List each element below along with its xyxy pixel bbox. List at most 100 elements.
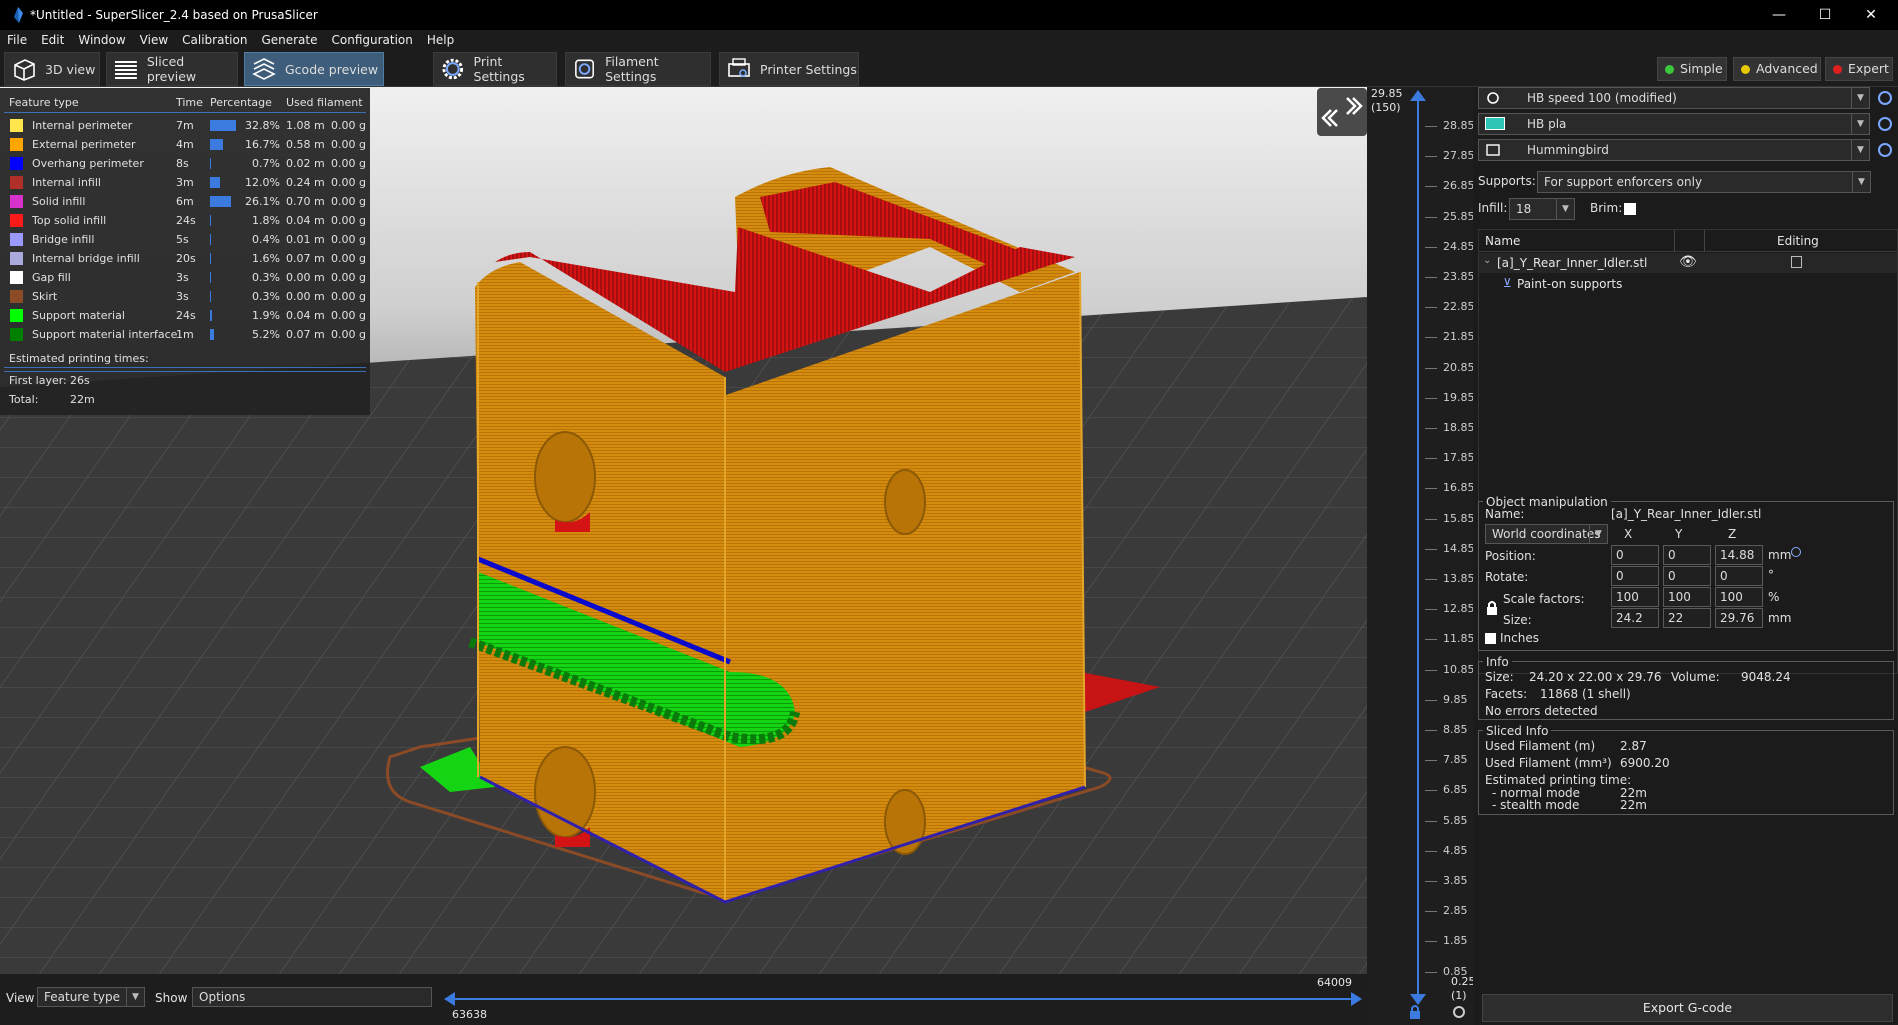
scale-label: Scale factors:	[1503, 592, 1585, 606]
settings-cog-icon[interactable]	[1451, 1004, 1467, 1020]
position-y-field[interactable]: 0	[1663, 545, 1711, 565]
estimated-times-label: Estimated printing times:	[9, 352, 149, 365]
horizontal-move-slider[interactable]	[450, 998, 1356, 1000]
menu-configuration[interactable]: Configuration	[325, 30, 420, 50]
menu-file[interactable]: File	[0, 30, 34, 50]
menu-edit[interactable]: Edit	[34, 30, 71, 50]
layer-tick-label: 20.85	[1443, 360, 1475, 374]
collapse-sidebar-button[interactable]	[1317, 88, 1367, 136]
col-editing-header[interactable]: Editing	[1777, 234, 1819, 248]
legend-row[interactable]: Solid infill 6m 26.1% 0.70 m 0.00 g	[0, 192, 370, 211]
object-child-row[interactable]: ⊻ Paint-on supports	[1479, 274, 1897, 294]
legend-length: 0.07 m	[286, 328, 325, 341]
infill-select[interactable]: 18 ▼	[1509, 198, 1575, 220]
legend-grams: 0.00 g	[331, 290, 366, 303]
layer-slider[interactable]: 29.85 (150) 28.85 27.85 26.85 25.85 24.85 23.…	[1367, 87, 1476, 1025]
legend-row[interactable]: Bridge infill 5s 0.4% 0.01 m 0.00 g	[0, 230, 370, 249]
legend-row[interactable]: Support material 24s 1.9% 0.04 m 0.00 g	[0, 306, 370, 325]
legend-grams: 0.00 g	[331, 328, 366, 341]
legend-row[interactable]: Internal bridge infill 20s 1.6% 0.07 m 0.00 …	[0, 249, 370, 268]
menu-calibration[interactable]: Calibration	[175, 30, 254, 50]
collapse-arrow-icon[interactable]: ⌄	[1483, 255, 1491, 266]
mode-expert-button[interactable]: Expert	[1825, 57, 1893, 81]
printer-preset-select[interactable]: Hummingbird ▼	[1478, 139, 1870, 161]
layer-tick-label: 14.85	[1443, 541, 1475, 555]
rotate-z-field[interactable]: 0	[1715, 566, 1763, 586]
layer-top-thumb-icon[interactable]	[1408, 89, 1428, 103]
drop-to-bed-icon[interactable]	[1791, 547, 1801, 557]
tab-printer-settings[interactable]: Printer Settings	[719, 52, 859, 86]
rotate-x-field[interactable]: 0	[1611, 566, 1659, 586]
view-type-select[interactable]: Feature type ▼	[37, 987, 145, 1007]
menu-help[interactable]: Help	[420, 30, 461, 50]
size-y-field[interactable]: 22	[1663, 608, 1711, 628]
tab-print-settings[interactable]: Print Settings	[433, 52, 557, 86]
hole-upper-right	[884, 469, 926, 535]
legend-header-percentage: Percentage	[210, 96, 272, 109]
layer-tick-label: 7.85	[1443, 753, 1468, 767]
layer-tick-label: 5.85	[1443, 813, 1468, 827]
legend-row[interactable]: Gap fill 3s 0.3% 0.00 m 0.00 g	[0, 268, 370, 287]
slider-left-thumb-icon[interactable]	[443, 991, 457, 1007]
size-z-field[interactable]: 29.76	[1715, 608, 1763, 628]
size-x-field[interactable]: 24.2	[1611, 608, 1659, 628]
col-name-header[interactable]: Name	[1485, 234, 1520, 248]
filament-spool-icon	[575, 59, 594, 79]
scale-x-field[interactable]: 100	[1611, 587, 1659, 607]
filament-preset-select[interactable]: HB pla ▼	[1478, 113, 1870, 135]
legend-row[interactable]: Support material interface 1m 5.2% 0.07 m 0.…	[0, 325, 370, 344]
menu-window[interactable]: Window	[71, 30, 132, 50]
rotate-y-field[interactable]: 0	[1663, 566, 1711, 586]
filament-preset-edit-icon[interactable]	[1878, 117, 1892, 131]
printer-preset-edit-icon[interactable]	[1878, 143, 1892, 157]
export-gcode-button[interactable]: Export G-code	[1482, 994, 1893, 1022]
print-preset-edit-icon[interactable]	[1878, 91, 1892, 105]
layer-tick-label: 18.85	[1443, 421, 1475, 434]
edit-icon[interactable]	[1791, 256, 1802, 268]
close-button[interactable]: ✕	[1848, 0, 1894, 30]
object-row[interactable]: ⌄ [a]_Y_Rear_Inner_Idler.stl 👁	[1479, 253, 1897, 273]
layer-tick-mark	[1425, 246, 1437, 248]
legend-percentage: 1.6%	[252, 252, 280, 265]
legend-row[interactable]: Top solid infill 24s 1.8% 0.04 m 0.00 g	[0, 211, 370, 230]
print-preset-select[interactable]: HB speed 100 (modified) ▼	[1478, 87, 1870, 109]
layer-tick-label: 19.85	[1443, 390, 1475, 404]
slider-right-thumb-icon[interactable]	[1349, 991, 1363, 1007]
position-x-field[interactable]: 0	[1611, 545, 1659, 565]
tab-3d-view[interactable]: 3D view	[4, 52, 100, 86]
mode-advanced-button[interactable]: Advanced	[1733, 57, 1821, 81]
legend-row[interactable]: External perimeter 4m 16.7% 0.58 m 0.00 g	[0, 135, 370, 154]
position-z-field[interactable]: 14.88	[1715, 545, 1763, 565]
print-preset-value: HB speed 100 (modified)	[1527, 91, 1677, 105]
legend-row[interactable]: Internal perimeter 7m 32.8% 1.08 m 0.00 g	[0, 116, 370, 135]
eye-icon[interactable]: 👁	[1679, 254, 1697, 270]
scale-z-field[interactable]: 100	[1715, 587, 1763, 607]
inches-checkbox[interactable]	[1485, 633, 1496, 644]
legend-row[interactable]: Internal infill 3m 12.0% 0.24 m 0.00 g	[0, 173, 370, 192]
tab-gcode-preview[interactable]: Gcode preview	[244, 52, 384, 86]
maximize-button[interactable]: ☐	[1802, 0, 1848, 30]
lock-icon[interactable]	[1407, 1004, 1423, 1020]
object-name: [a]_Y_Rear_Inner_Idler.stl	[1497, 256, 1648, 270]
layer-tick-label: 24.85	[1443, 239, 1475, 253]
legend-percentage-bar	[210, 196, 231, 207]
coordinate-system-select[interactable]: World coordinates ▼	[1485, 524, 1608, 544]
show-options-select[interactable]: Options	[192, 987, 432, 1007]
layer-tick-mark	[1425, 367, 1437, 369]
menu-view[interactable]: View	[133, 30, 175, 50]
tab-sliced-preview[interactable]: Sliced preview	[106, 52, 238, 86]
menu-generate[interactable]: Generate	[254, 30, 324, 50]
legend-separator	[4, 112, 366, 113]
legend-time: 6m	[176, 195, 194, 208]
brim-checkbox[interactable]	[1624, 203, 1636, 215]
mode-simple-button[interactable]: Simple	[1657, 57, 1727, 81]
layer-tick-label: 13.85	[1443, 572, 1475, 585]
stealth-mode-label: - stealth mode	[1492, 798, 1580, 812]
uniform-scale-lock-icon[interactable]	[1485, 600, 1499, 616]
scale-y-field[interactable]: 100	[1663, 587, 1711, 607]
legend-row[interactable]: Overhang perimeter 8s 0.7% 0.02 m 0.00 g	[0, 154, 370, 173]
supports-select[interactable]: For support enforcers only ▼	[1537, 171, 1871, 193]
minimize-button[interactable]: —	[1756, 0, 1802, 30]
tab-filament-settings[interactable]: Filament Settings	[565, 52, 711, 86]
legend-row[interactable]: Skirt 3s 0.3% 0.00 m 0.00 g	[0, 287, 370, 306]
